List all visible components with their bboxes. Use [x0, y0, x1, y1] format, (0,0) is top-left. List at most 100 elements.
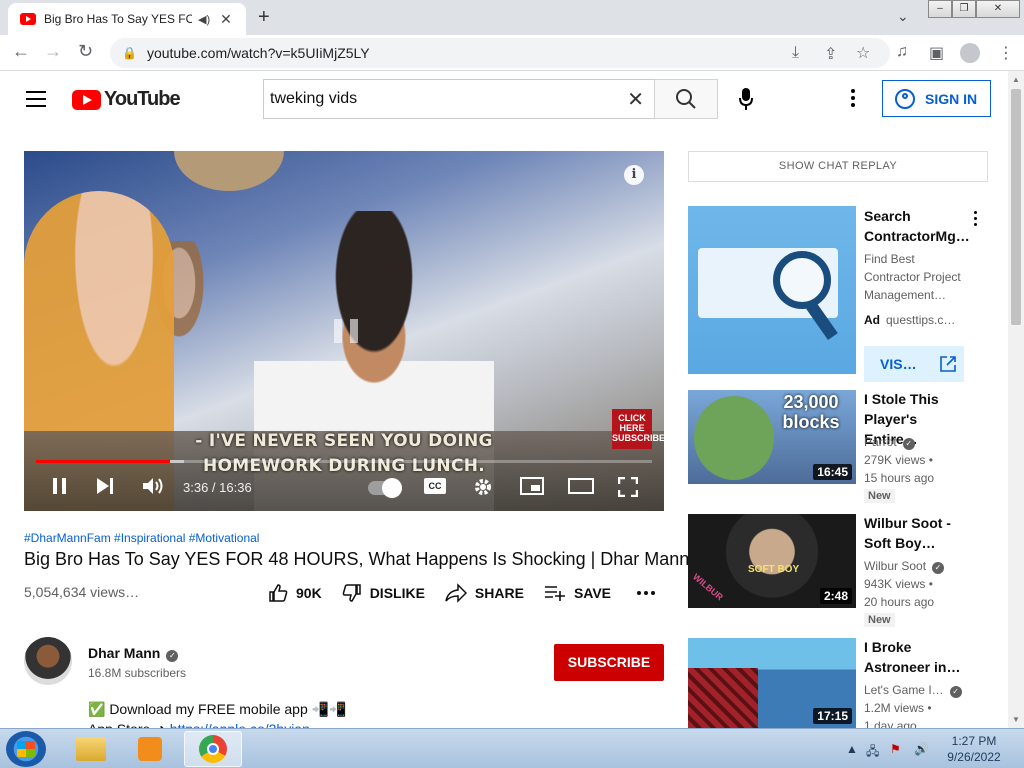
page-scrollbar[interactable]: ▲ ▼ — [1008, 71, 1024, 728]
save-button[interactable]: SAVE — [544, 584, 611, 602]
video-time: 3:36 / 16:36 — [183, 480, 252, 495]
recommendation-channel[interactable]: Parrot ✓ — [864, 435, 915, 450]
search-input[interactable]: tweking vids ✕ — [263, 79, 655, 119]
channel-name-row[interactable]: Dhar Mann ✓ — [88, 645, 179, 662]
ad-menu-icon[interactable] — [974, 211, 978, 229]
recommendation-thumbnail[interactable]: 23,000 blocks 16:45 — [688, 390, 856, 484]
tab-close-icon[interactable]: ✕ — [220, 11, 232, 28]
tab-search-chevron-icon[interactable]: ⌄ — [897, 8, 909, 25]
share-icon[interactable]: ⇪ — [824, 44, 837, 64]
dislike-button[interactable]: DISLIKE — [342, 583, 425, 603]
start-button[interactable] — [6, 731, 46, 767]
scroll-up-arrow-icon[interactable]: ▲ — [1012, 75, 1020, 84]
ad-title[interactable]: Search ContractorMg… — [864, 206, 974, 246]
new-tab-button[interactable]: + — [258, 6, 270, 29]
video-hashtags[interactable]: #DharMannFam #Inspirational #Motivationa… — [24, 531, 259, 545]
recommendation-channel[interactable]: Let's Game I… ✓ — [864, 683, 962, 698]
subscribe-button[interactable]: SUBSCRIBE — [554, 644, 664, 681]
thumbs-up-icon — [269, 584, 288, 602]
close-window-button[interactable]: ✕ — [976, 0, 1020, 18]
action-center-flag-icon[interactable]: ⚑ — [890, 742, 901, 756]
dislike-label: DISLIKE — [369, 585, 425, 601]
scroll-down-arrow-icon[interactable]: ▼ — [1012, 715, 1020, 724]
ad-domain: questtips.c… — [886, 313, 956, 327]
media-player-icon — [138, 737, 162, 761]
recommendation-title[interactable]: Wilbur Soot - Soft Boy… — [864, 513, 974, 553]
restore-window-button[interactable]: ❐ — [952, 0, 976, 18]
open-external-icon — [939, 356, 956, 372]
fullscreen-icon[interactable] — [618, 477, 638, 497]
scrollbar-thumb[interactable] — [1011, 89, 1021, 325]
recommendation-title[interactable]: I Broke Astroneer in… — [864, 637, 974, 677]
account-icon — [895, 88, 915, 109]
forward-arrow-icon[interactable]: → — [44, 41, 62, 62]
share-button[interactable]: SHARE — [445, 583, 524, 603]
video-title: Big Bro Has To Say YES FOR 48 HOURS, Wha… — [24, 549, 690, 569]
autoplay-toggle[interactable] — [368, 478, 402, 498]
minimize-window-button[interactable]: – — [928, 0, 952, 18]
recommendation-channel-name: Parrot — [864, 435, 897, 449]
visit-site-button[interactable]: VIS… — [864, 346, 964, 382]
file-explorer-taskbar-button[interactable] — [62, 731, 120, 767]
video-info-icon[interactable]: i — [624, 165, 644, 185]
more-actions-icon[interactable] — [637, 590, 656, 596]
like-button[interactable]: 90K — [268, 583, 322, 603]
media-player-taskbar-button[interactable] — [122, 731, 180, 767]
hamburger-menu-icon[interactable] — [26, 91, 46, 112]
ad-thumbnail[interactable] — [688, 206, 856, 374]
volume-tray-icon[interactable]: 🔊 — [914, 742, 929, 756]
side-panel-icon[interactable]: ▣ — [929, 43, 944, 63]
search-button[interactable] — [654, 79, 718, 119]
ad-label: Ad — [864, 313, 880, 327]
miniplayer-icon[interactable] — [520, 477, 544, 495]
tab-title: Big Bro Has To Say YES FOR 48 HOURS, Wha… — [44, 12, 192, 26]
pause-icon[interactable] — [52, 477, 68, 495]
theater-mode-icon[interactable] — [568, 477, 594, 495]
video-player[interactable]: i CLICK HERE SUBSCRIBE - I'VE NEVER SEEN… — [24, 151, 664, 511]
next-video-icon[interactable] — [96, 477, 114, 495]
subscriber-count: 16.8M subscribers — [88, 666, 187, 680]
show-chat-replay-button[interactable]: SHOW CHAT REPLAY — [688, 151, 988, 182]
back-arrow-icon[interactable]: ← — [12, 41, 30, 62]
microphone-icon[interactable] — [739, 88, 753, 110]
thumbnail-character — [694, 396, 774, 480]
recommendation-channel-name: Wilbur Soot — [864, 559, 927, 573]
recommendation-channel[interactable]: Wilbur Soot ✓ — [864, 559, 945, 574]
channel-avatar[interactable] — [24, 637, 72, 685]
settings-kebab-icon[interactable] — [851, 89, 855, 110]
search-query-text: tweking vids — [270, 90, 358, 107]
show-hidden-icons-icon[interactable]: ▲ — [846, 742, 858, 756]
chrome-taskbar-button[interactable] — [184, 731, 242, 767]
tab-audio-icon[interactable]: ◀) — [198, 13, 210, 26]
thumbnail-blocks — [688, 668, 758, 728]
ad-meta: Ad questtips.c… — [864, 313, 955, 327]
network-icon[interactable]: 🖧 — [866, 742, 879, 763]
sign-in-label: SIGN IN — [925, 90, 978, 107]
youtube-header: YouTube tweking vids ✕ SIGN IN — [0, 71, 1008, 127]
reload-icon[interactable]: ↻ — [78, 41, 93, 62]
settings-gear-icon[interactable] — [473, 477, 493, 497]
recommendation-thumbnail[interactable]: 17:15 — [688, 638, 856, 728]
windows-taskbar: ▲ 🖧 ⚑ 🔊 1:27 PM 9/26/2022 — [0, 728, 1024, 768]
sign-in-button[interactable]: SIGN IN — [882, 80, 991, 117]
lock-icon[interactable]: 🔒 — [122, 46, 137, 60]
recommendation-age: 20 hours ago — [864, 595, 935, 609]
taskbar-clock[interactable]: 1:27 PM 9/26/2022 — [940, 733, 1008, 765]
youtube-logo[interactable]: YouTube — [72, 88, 181, 111]
profile-avatar-icon[interactable] — [960, 43, 980, 63]
video-duration: 16:45 — [813, 464, 852, 480]
browser-tab[interactable]: Big Bro Has To Say YES FOR 48 HOURS, Wha… — [8, 3, 246, 35]
address-bar[interactable]: 🔒 youtube.com/watch?v=k5UIiMjZ5LY ⤓ ⇪ ☆ — [110, 38, 890, 68]
closed-captions-button[interactable]: CC — [424, 478, 446, 494]
volume-icon[interactable] — [142, 477, 164, 495]
media-controls-icon[interactable]: ♫ — [896, 43, 908, 61]
bookmark-star-icon[interactable]: ☆ — [856, 43, 870, 63]
browser-menu-icon[interactable]: ⋮ — [998, 43, 1014, 63]
clear-search-icon[interactable]: ✕ — [627, 87, 644, 112]
recommendation-thumbnail[interactable]: SOFT BOY WILBUR 2:48 — [688, 514, 856, 608]
install-app-icon[interactable]: ⤓ — [792, 44, 799, 62]
progress-bar[interactable] — [36, 460, 652, 463]
caption-line-1: - I'VE NEVER SEEN YOU DOING — [195, 431, 493, 451]
view-count[interactable]: 5,054,634 views… — [24, 584, 139, 600]
youtube-favicon-icon — [20, 13, 36, 25]
